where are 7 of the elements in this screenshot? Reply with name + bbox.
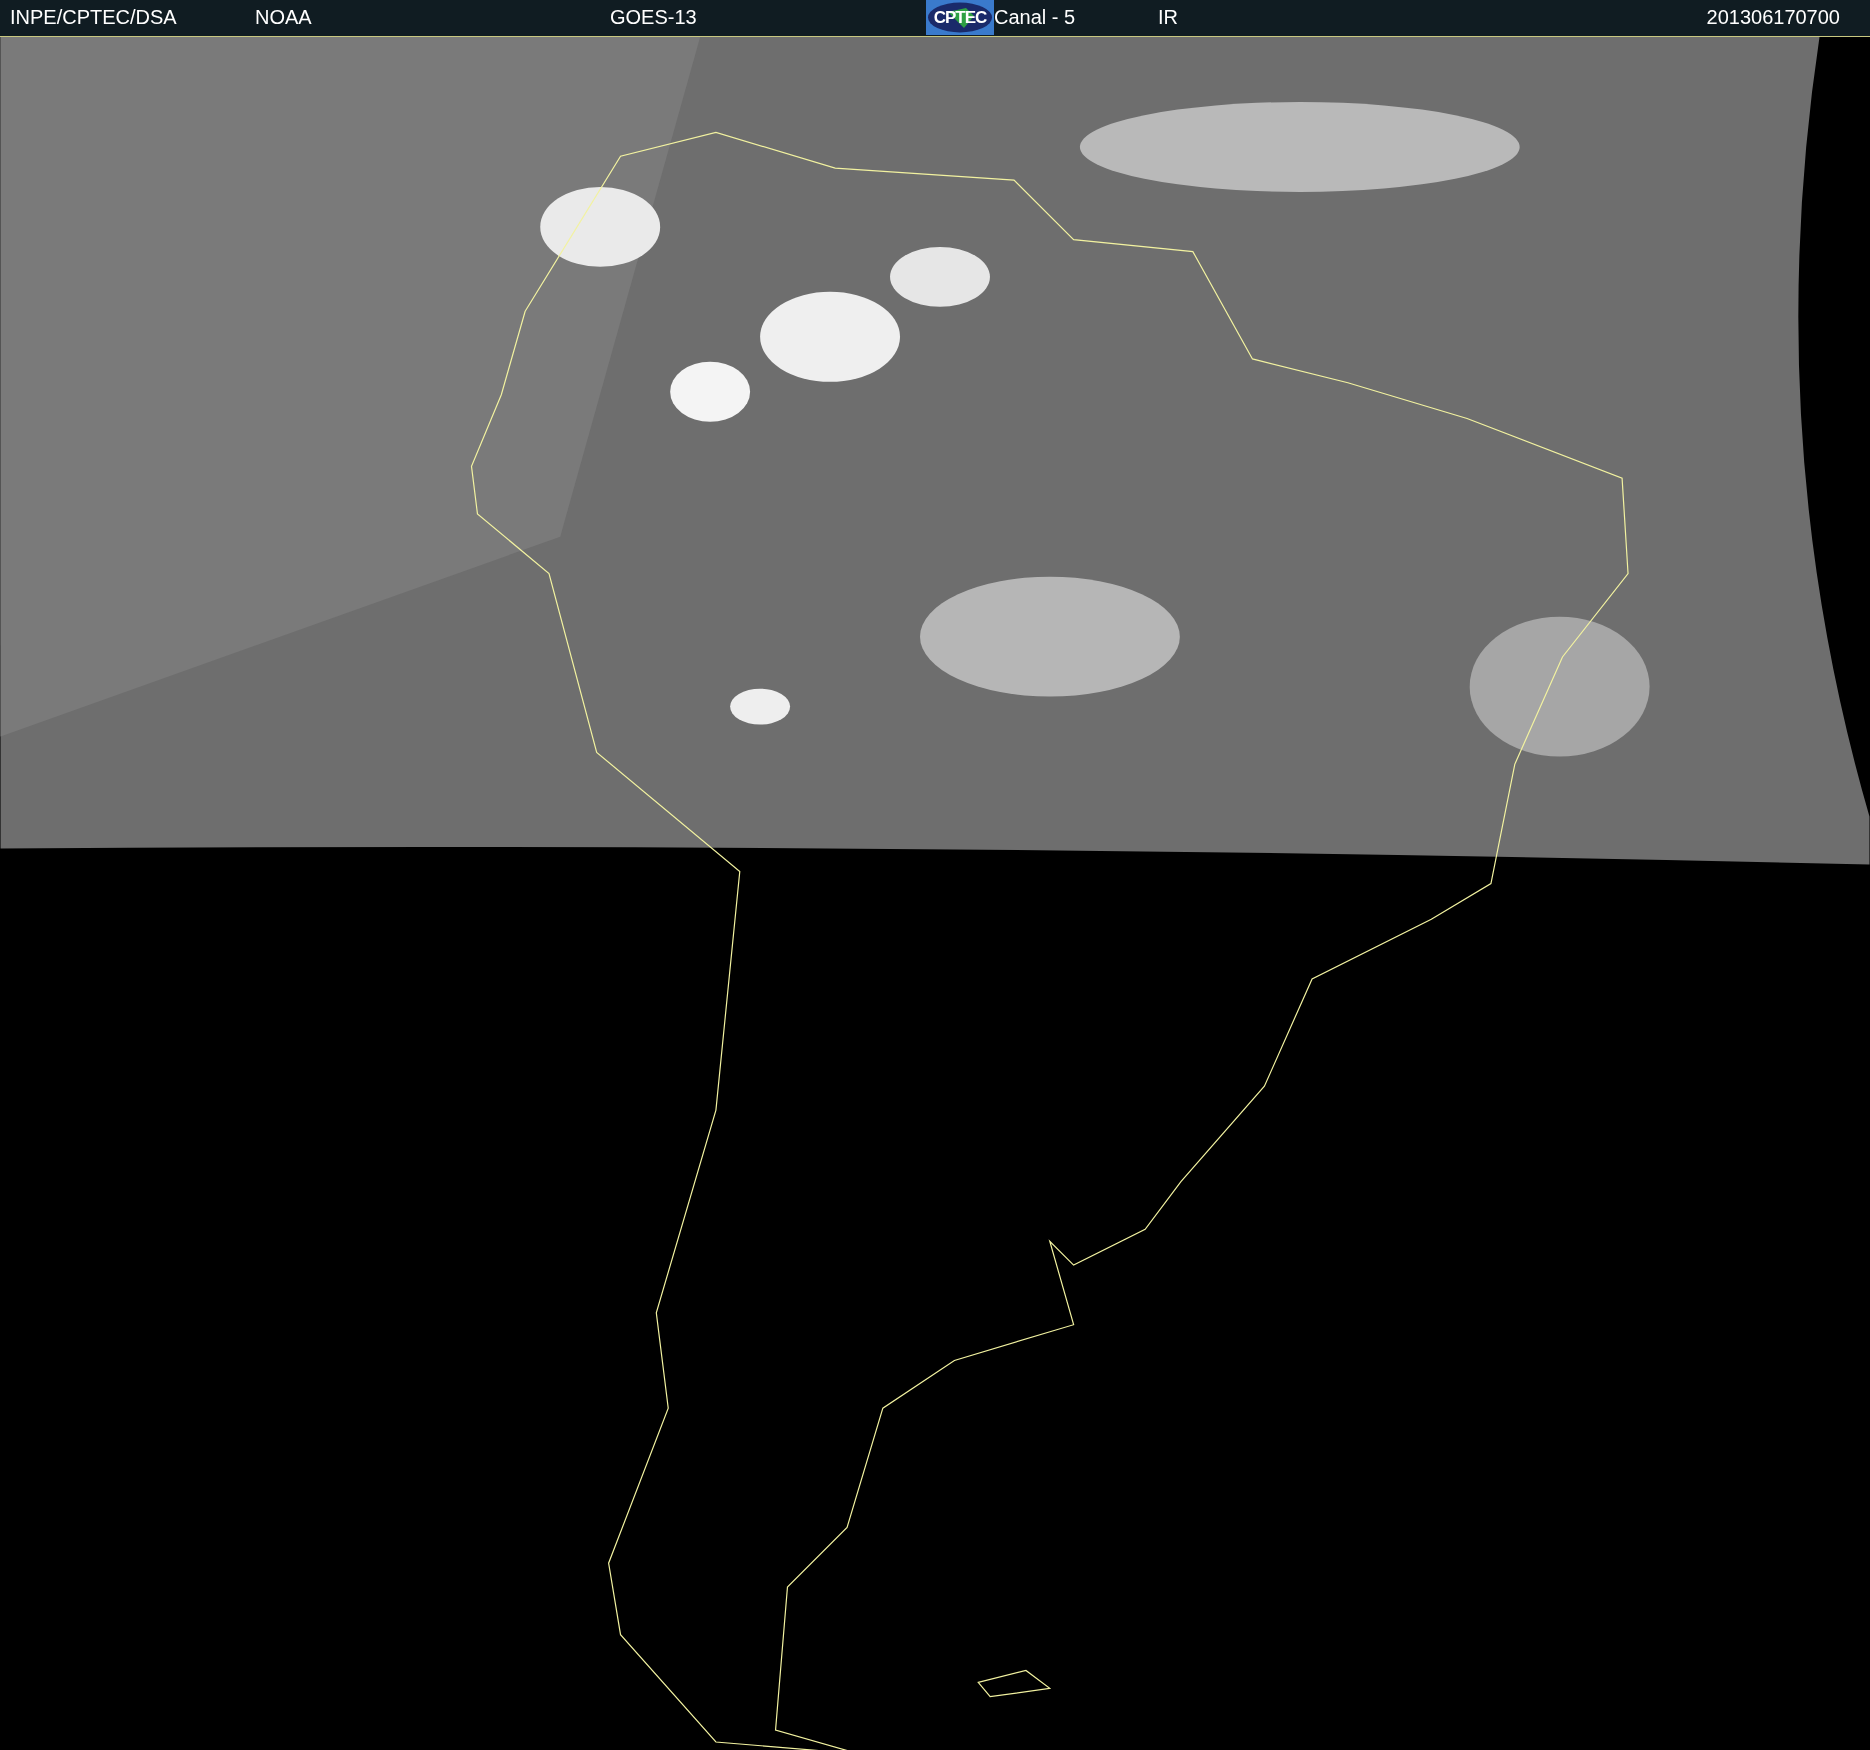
source-label: NOAA: [255, 6, 312, 30]
timestamp-label: 201306170700: [1706, 6, 1840, 30]
band-label: IR: [1158, 6, 1178, 30]
satellite-label: GOES-13: [610, 6, 697, 30]
logo: CPTEC: [926, 0, 994, 36]
channel-label: Canal - 5: [994, 6, 1076, 30]
agency-label: INPE/CPTEC/DSA: [10, 6, 177, 30]
